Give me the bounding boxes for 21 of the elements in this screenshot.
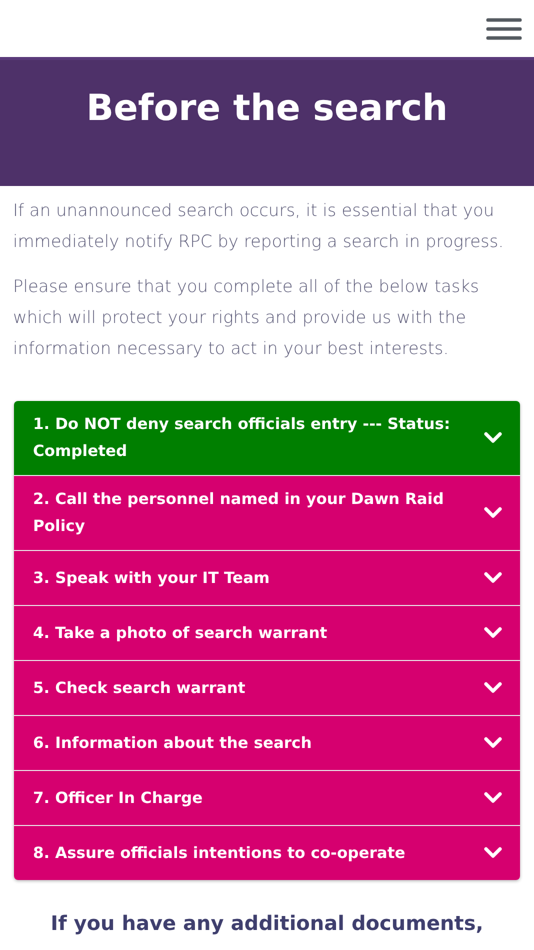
chevron-down-icon [484, 627, 502, 639]
intro-paragraph: If an unannounced search occurs, it is essential that you immediately notify RPC by reporting a search in progress. [13, 200, 505, 254]
chevron-down-icon [484, 792, 502, 804]
task-accordion-item[interactable]: 4. Take a photo of search warrant [14, 605, 520, 660]
task-accordion-item[interactable]: 1. Do NOT deny search officials entry --- Status: Completed [14, 401, 520, 475]
chevron-down-icon [484, 682, 502, 694]
chevron-down-icon [484, 432, 502, 444]
task-accordion-item[interactable]: 5. Check search warrant [14, 660, 520, 715]
task-accordion-item[interactable]: 2. Call the personnel named in your Dawn Raid Policy [14, 475, 520, 550]
task-accordion-item[interactable]: 6. Information about the search [14, 715, 520, 770]
menu-icon [486, 18, 522, 40]
intro-paragraph: Please ensure that you complete all of the below tasks which will protect your rights and provide us with the information necessary to act in your best interests. [13, 276, 480, 361]
task-accordion-item[interactable]: 7. Officer In Charge [14, 770, 520, 825]
chevron-down-icon [484, 737, 502, 749]
task-accordion-item[interactable]: 3. Speak with your IT Team [14, 550, 520, 605]
task-accordion-item[interactable]: 8. Assure officials intentions to co-operate [14, 825, 520, 880]
chevron-down-icon [484, 572, 502, 584]
footer-note: If you have any additional documents, [50, 910, 484, 937]
chevron-down-icon [484, 847, 502, 859]
chevron-down-icon [484, 507, 502, 519]
banner-title: Before the search [86, 87, 448, 131]
